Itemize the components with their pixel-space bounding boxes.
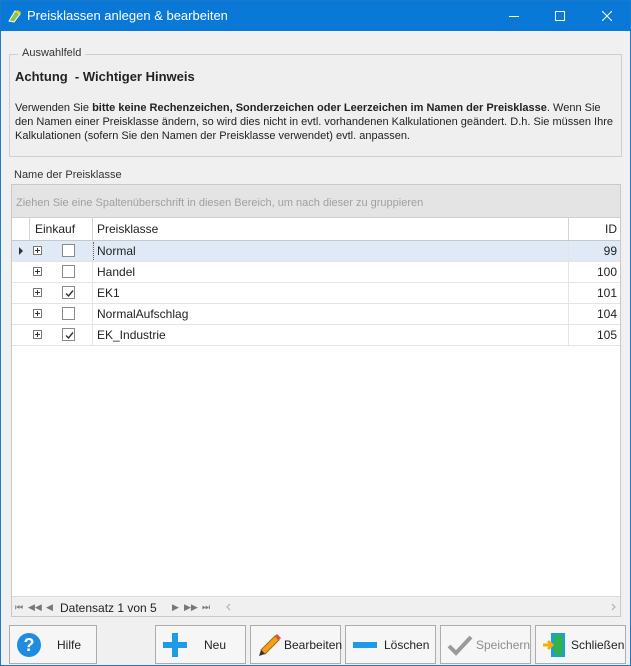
record-counter: Datensatz 1 von 5: [60, 601, 157, 615]
row-indicator[interactable]: [12, 283, 30, 303]
warning-text-part1: Verwenden Sie: [15, 102, 93, 114]
column-header-einkauf-label: Einkauf: [35, 222, 76, 236]
row-indicator[interactable]: [12, 262, 30, 282]
id-text: 104: [596, 307, 617, 321]
group-by-panel[interactable]: Ziehen Sie eine Spaltenüberschrift in di…: [12, 185, 620, 218]
minimize-button[interactable]: [491, 1, 537, 31]
preisklasse-text: Handel: [97, 265, 136, 279]
bearbeiten-button[interactable]: Bearbeiten: [250, 625, 343, 664]
preisklasse-text: Normal: [97, 244, 136, 258]
speichern-button[interactable]: Speichern: [440, 625, 531, 664]
nav-prev-icon[interactable]: ◀: [46, 602, 53, 613]
id-text: 99: [603, 244, 617, 258]
table-row[interactable]: Handel 100: [12, 262, 620, 283]
id-cell[interactable]: 105: [569, 325, 620, 345]
hilfe-button[interactable]: ? Hilfe: [9, 625, 97, 664]
id-text: 100: [596, 265, 617, 279]
id-cell[interactable]: 100: [569, 262, 620, 282]
title-bar[interactable]: Preisklassen anlegen & bearbeiten: [1, 1, 630, 31]
preisklasse-text: NormalAufschlag: [97, 307, 189, 321]
preisklasse-cell[interactable]: EK_Industrie: [93, 325, 569, 345]
header-indicator: [12, 218, 30, 240]
grid-header: Einkauf Preisklasse ID: [12, 218, 620, 241]
id-cell[interactable]: 99: [569, 241, 620, 261]
row-indicator[interactable]: [12, 325, 30, 345]
window-title: Preisklassen anlegen & bearbeiten: [27, 8, 228, 23]
table-row[interactable]: EK1 101: [12, 283, 620, 304]
einkauf-cell[interactable]: [30, 262, 93, 282]
nav-last-page-icon[interactable]: ⏭: [202, 602, 210, 613]
preisklasse-cell[interactable]: EK1: [93, 283, 569, 303]
einkauf-cell[interactable]: [30, 325, 93, 345]
plus-icon: [163, 633, 187, 657]
close-button[interactable]: [584, 1, 630, 31]
preisklassen-grid: Ziehen Sie eine Spaltenüberschrift in di…: [11, 184, 621, 617]
table-row[interactable]: EK_Industrie 105: [12, 325, 620, 346]
minimize-icon: [509, 16, 519, 17]
nav-first-page-icon[interactable]: ⏮: [15, 602, 23, 613]
loeschen-button[interactable]: Löschen: [345, 625, 436, 664]
column-header-einkauf[interactable]: Einkauf: [30, 218, 93, 240]
hilfe-label: Hilfe: [57, 638, 82, 652]
schliessen-button[interactable]: Schließen: [535, 625, 626, 664]
row-indicator-area: [12, 346, 30, 596]
main-window: Preisklassen anlegen & bearbeiten Auswah…: [0, 0, 631, 666]
id-text: 101: [596, 286, 617, 300]
einkauf-cell[interactable]: [30, 241, 93, 261]
preisklasse-text: EK_Industrie: [97, 328, 166, 342]
neu-label: Neu: [204, 638, 227, 652]
column-header-id[interactable]: ID: [569, 218, 620, 240]
group-by-hint: Ziehen Sie eine Spaltenüberschrift in di…: [16, 197, 424, 209]
table-row[interactable]: Normal 99: [12, 241, 620, 262]
preisklasse-cell[interactable]: Handel: [93, 262, 569, 282]
preisklasse-cell[interactable]: Normal: [93, 241, 569, 261]
focus-indicator: [93, 242, 94, 260]
horizontal-scrollbar[interactable]: [226, 601, 616, 613]
id-cell[interactable]: 104: [569, 304, 620, 324]
row-indicator[interactable]: [12, 241, 30, 261]
minus-icon: [353, 642, 377, 648]
maximize-button[interactable]: [537, 1, 583, 31]
neu-button[interactable]: Neu: [155, 625, 246, 664]
close-icon: [602, 11, 612, 21]
svg-text:?: ?: [24, 635, 35, 655]
current-row-arrow-icon: [19, 247, 23, 255]
table-row[interactable]: NormalAufschlag 104: [12, 304, 620, 325]
grid-section-label: Name der Preisklasse: [14, 169, 122, 181]
preisklasse-text: EK1: [97, 286, 120, 300]
preisklasse-cell[interactable]: NormalAufschlag: [93, 304, 569, 324]
checkmark-icon: [447, 635, 473, 656]
help-icon: ?: [17, 633, 41, 657]
exit-door-icon: [543, 633, 565, 657]
button-bar: ? Hilfe Neu Bearbeiten Löschen Speichern…: [1, 621, 631, 666]
row-indicator[interactable]: [12, 304, 30, 324]
schliessen-label: Schließen: [571, 638, 625, 652]
column-header-preisklasse[interactable]: Preisklasse: [93, 218, 569, 240]
id-cell[interactable]: 101: [569, 283, 620, 303]
loeschen-label: Löschen: [384, 638, 430, 652]
nav-prev-page-icon[interactable]: ◀◀: [28, 602, 42, 613]
warning-text-bold: bitte keine Rechenzeichen, Sonderzeichen…: [92, 102, 547, 114]
speichern-label: Speichern: [476, 638, 531, 652]
id-text: 105: [596, 328, 617, 342]
record-navigator: ⏮ ◀◀ ◀ Datensatz 1 von 5 ▶ ▶▶ ⏭: [12, 596, 620, 616]
column-header-preisklasse-label: Preisklasse: [97, 222, 159, 236]
maximize-icon: [555, 11, 565, 21]
nav-next-page-icon[interactable]: ▶▶: [184, 602, 198, 613]
nav-next-icon[interactable]: ▶: [172, 602, 179, 613]
warning-title: Achtung - Wichtiger Hinweis: [15, 69, 195, 84]
groupbox-legend: Auswahlfeld: [18, 47, 86, 59]
einkauf-cell[interactable]: [30, 304, 93, 324]
column-header-id-label: ID: [605, 222, 617, 236]
pencil-icon: [259, 634, 281, 656]
einkauf-cell[interactable]: [30, 283, 93, 303]
app-icon: [8, 10, 21, 23]
warning-text: Verwenden Sie bitte keine Rechenzeichen,…: [15, 101, 620, 143]
bearbeiten-label: Bearbeiten: [284, 638, 343, 652]
